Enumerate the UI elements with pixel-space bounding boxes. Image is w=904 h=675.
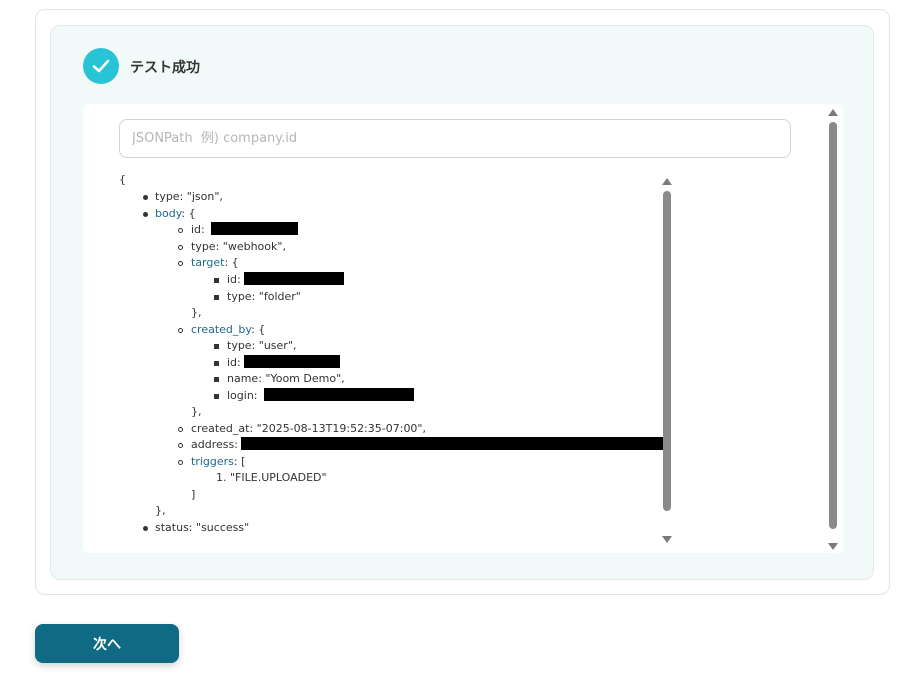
bullet-icon [143, 195, 148, 200]
jsonpath-input[interactable] [119, 119, 791, 158]
bullet-icon [214, 295, 219, 300]
bullet-icon [178, 443, 183, 448]
tree-scrollbar[interactable] [661, 175, 673, 545]
bullet-icon [214, 344, 219, 349]
json-node: type: "webhook", [178, 239, 286, 255]
json-created-by-close: }, [191, 405, 202, 418]
json-status-line: status: "success" [155, 521, 250, 534]
json-key-target[interactable]: target [191, 256, 224, 269]
json-node-triggers[interactable]: triggers: [ [178, 454, 246, 470]
json-created-by-name: name: "Yoom Demo", [227, 372, 345, 385]
json-node: address: [178, 437, 664, 453]
scroll-down-icon[interactable] [828, 543, 838, 550]
json-address: address: [191, 438, 238, 451]
bullet-icon [214, 394, 219, 399]
json-body-close: }, [155, 504, 166, 517]
json-node: status: "success" [143, 520, 250, 536]
json-node: type: "folder" [214, 289, 301, 305]
json-created-by-login: login: [227, 389, 258, 402]
json-node: type: "json", [143, 189, 223, 205]
json-created-at: created_at: "2025-08-13T19:52:35-07:00", [191, 422, 426, 435]
json-node: type: "user", [214, 338, 297, 354]
bullet-icon [178, 328, 183, 333]
json-node-created-by[interactable]: created_by: { [178, 322, 266, 338]
json-trigger-item: 1. "FILE.UPLOADED" [216, 471, 327, 484]
json-target-id: id: [227, 273, 241, 286]
redacted-value [264, 388, 415, 401]
redacted-value [211, 222, 299, 235]
json-open-brace: { [119, 173, 126, 186]
json-node-target[interactable]: target: { [178, 255, 239, 271]
json-node: id: [214, 355, 341, 371]
json-triggers-close: ] [191, 488, 196, 501]
json-node: id: [178, 222, 299, 238]
scroll-up-icon[interactable] [828, 109, 838, 116]
bullet-icon [178, 460, 183, 465]
json-key-body[interactable]: body [155, 207, 181, 220]
json-node: name: "Yoom Demo", [214, 371, 345, 387]
json-type-line: type: "json", [155, 190, 223, 203]
json-node: created_at: "2025-08-13T19:52:35-07:00", [178, 421, 426, 437]
json-bracket: : [ [233, 455, 246, 468]
json-created-by-id: id: [227, 356, 241, 369]
bullet-icon [178, 261, 183, 266]
json-node-body[interactable]: body: { [143, 206, 196, 222]
scroll-thumb[interactable] [663, 191, 671, 511]
json-brace: : { [224, 256, 239, 269]
redacted-value [244, 272, 345, 285]
json-key-created-by[interactable]: created_by [191, 323, 251, 336]
bullet-icon [178, 245, 183, 250]
scroll-thumb[interactable] [829, 122, 837, 529]
redacted-value [244, 355, 341, 368]
bullet-icon [214, 377, 219, 382]
viewer-scrollbar[interactable] [827, 106, 839, 552]
json-node: id: [214, 272, 345, 288]
json-brace: : { [251, 323, 266, 336]
json-created-by-type: type: "user", [227, 339, 297, 352]
json-node: login: [214, 388, 415, 404]
json-key-triggers[interactable]: triggers [191, 455, 234, 468]
check-circle-icon [83, 48, 119, 84]
test-status-title: テスト成功 [130, 60, 200, 76]
json-brace: : { [181, 207, 196, 220]
json-target-type: type: "folder" [227, 290, 301, 303]
bullet-icon [178, 228, 183, 233]
bullet-icon [143, 526, 148, 531]
redacted-value [241, 437, 664, 450]
next-button[interactable]: 次へ [35, 624, 179, 663]
json-body-type: type: "webhook", [191, 240, 286, 253]
bullet-icon [143, 212, 148, 217]
json-body-id: id: [191, 223, 205, 236]
bullet-icon [214, 361, 219, 366]
bullet-icon [214, 278, 219, 283]
scroll-down-icon[interactable] [662, 536, 672, 543]
bullet-icon [178, 427, 183, 432]
scroll-up-icon[interactable] [662, 178, 672, 185]
json-target-close: }, [191, 306, 202, 319]
